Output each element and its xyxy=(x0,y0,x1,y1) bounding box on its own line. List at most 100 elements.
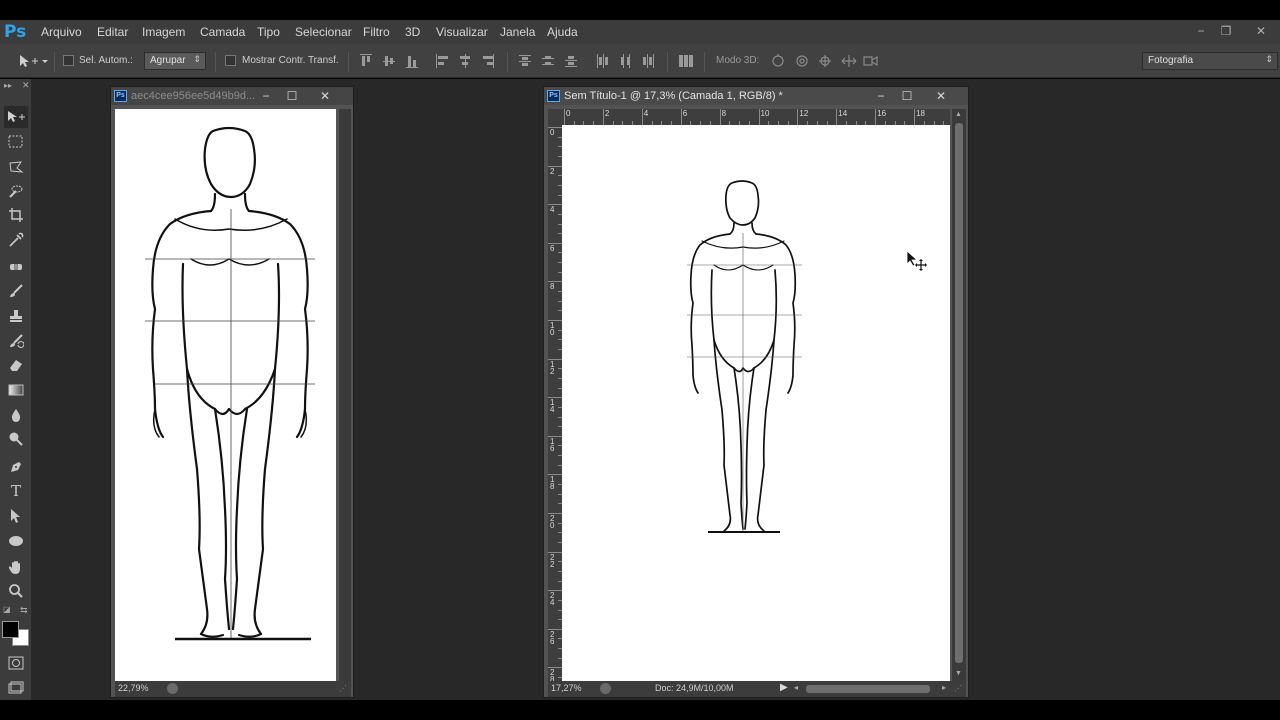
ellipse-tool-icon[interactable] xyxy=(4,530,28,552)
ruler-label: 4 xyxy=(550,205,555,215)
window-minimize-button[interactable]: − xyxy=(1190,22,1212,40)
menu-item-visualizar[interactable]: Visualizar xyxy=(436,25,488,39)
ruler-label: 2 xyxy=(550,166,555,176)
vertical-scrollbar-left[interactable] xyxy=(339,109,351,681)
move-cursor-icon xyxy=(906,250,927,271)
eraser-tool-icon[interactable] xyxy=(4,354,28,376)
doc-close-button[interactable]: ✕ xyxy=(930,87,952,105)
align-left-icon[interactable] xyxy=(436,54,448,68)
menu-item-tipo[interactable]: Tipo xyxy=(257,25,280,39)
move-tool-preset-picker[interactable] xyxy=(18,54,48,68)
quick-selection-tool-icon[interactable] xyxy=(4,180,28,202)
scrollbar-thumb[interactable] xyxy=(955,123,963,663)
type-tool-icon[interactable]: T xyxy=(4,480,28,502)
quick-mask-icon[interactable] xyxy=(4,652,28,674)
collapse-panel-icon[interactable]: ▸▸ xyxy=(4,81,12,90)
auto-select-checkbox[interactable] xyxy=(63,55,74,66)
zoom-level[interactable]: 22,79% xyxy=(118,683,149,693)
menu-item-janela[interactable]: Janela xyxy=(500,25,535,39)
doc-minimize-button[interactable]: − xyxy=(870,87,892,105)
menu-item-3d[interactable]: 3D xyxy=(405,25,420,39)
workspace-dropdown[interactable]: Fotografia ⇕ xyxy=(1142,52,1278,70)
ruler-label: 2 4 xyxy=(550,591,555,608)
hand-tool-icon[interactable] xyxy=(4,556,28,578)
menu-item-imagem[interactable]: Imagem xyxy=(142,25,185,39)
align-bottom-icon[interactable] xyxy=(406,54,418,68)
vertical-scrollbar-right[interactable]: ▲ ▼ xyxy=(952,109,966,681)
tools-panel: ▸▸ ✕ T ◪ ⇆ xyxy=(0,79,32,700)
lasso-tool-icon[interactable] xyxy=(4,156,28,178)
window-close-button[interactable]: ✕ xyxy=(1250,22,1272,40)
pen-tool-icon[interactable] xyxy=(4,456,28,478)
window-restore-button[interactable]: ❐ xyxy=(1215,22,1237,40)
auto-select-dropdown[interactable]: Agrupar ⇕ xyxy=(144,52,206,70)
distribute-vcenter-icon[interactable] xyxy=(542,54,554,68)
default-colors-icon[interactable]: ◪ xyxy=(3,605,11,614)
gradient-tool-icon[interactable] xyxy=(4,379,28,401)
zoom-tool-icon[interactable] xyxy=(4,580,28,602)
ruler-label: 1 4 xyxy=(550,398,555,415)
canvas-right[interactable] xyxy=(562,125,950,681)
distribute-left-icon[interactable] xyxy=(596,54,608,68)
zoom-level[interactable]: 17,27% xyxy=(551,683,582,693)
doc-close-button[interactable]: ✕ xyxy=(314,87,336,105)
doc-minimize-button[interactable]: − xyxy=(255,87,277,105)
menu-item-selecionar[interactable]: Selecionar xyxy=(295,25,352,39)
distribute-hcenter-icon[interactable] xyxy=(619,54,631,68)
scroll-right-icon[interactable]: ▸ xyxy=(942,683,946,692)
distribute-top-icon[interactable] xyxy=(519,54,531,68)
document-tab-right[interactable]: Ps Sem Título-1 @ 17,3% (Camada 1, RGB/8… xyxy=(544,87,968,105)
brush-tool-icon[interactable] xyxy=(4,280,28,302)
swap-colors-icon[interactable]: ⇆ xyxy=(20,605,28,616)
show-transform-label: Mostrar Contr. Transf. xyxy=(242,55,339,66)
options-separator xyxy=(54,52,55,72)
foreground-color-swatch[interactable] xyxy=(2,621,19,638)
doc-maximize-button[interactable]: ☐ xyxy=(281,87,303,105)
menu-item-editar[interactable]: Editar xyxy=(97,25,128,39)
healing-brush-tool-icon[interactable] xyxy=(4,256,28,278)
crop-tool-icon[interactable] xyxy=(4,204,28,226)
screen-mode-icon[interactable] xyxy=(4,677,28,699)
blur-tool-icon[interactable] xyxy=(4,404,28,426)
align-hcenter-icon[interactable] xyxy=(459,54,471,68)
menu-item-filtro[interactable]: Filtro xyxy=(363,25,390,39)
3d-scale-icon xyxy=(863,55,878,67)
marquee-tool-icon[interactable] xyxy=(4,131,28,153)
horizontal-scrollbar-thumb[interactable] xyxy=(806,685,930,693)
resize-grip-icon[interactable]: ⋰ xyxy=(954,684,962,693)
status-menu-arrow-icon[interactable]: ▶ xyxy=(780,682,788,693)
align-vcenter-icon[interactable] xyxy=(383,54,395,68)
history-brush-tool-icon[interactable] xyxy=(4,330,28,352)
align-right-icon[interactable] xyxy=(482,54,494,68)
show-transform-checkbox[interactable] xyxy=(225,55,236,66)
distribute-right-icon[interactable] xyxy=(642,54,654,68)
resize-grip-icon[interactable]: ⋰ xyxy=(339,684,347,693)
3d-slide-icon xyxy=(841,55,857,67)
scroll-down-icon[interactable]: ▼ xyxy=(955,670,962,677)
move-tool-icon[interactable] xyxy=(4,106,28,128)
menu-item-camada[interactable]: Camada xyxy=(200,25,245,39)
status-info-icon[interactable] xyxy=(600,683,611,694)
canvas-left[interactable] xyxy=(115,109,336,681)
eyedropper-tool-icon[interactable] xyxy=(4,229,28,251)
ruler-tick xyxy=(797,109,799,125)
menu-item-ajuda[interactable]: Ajuda xyxy=(547,25,578,39)
3d-mode-icons xyxy=(772,54,878,67)
menu-item-arquivo[interactable]: Arquivo xyxy=(41,25,82,39)
doc-maximize-button[interactable]: ☐ xyxy=(896,87,918,105)
align-top-icon[interactable] xyxy=(360,54,372,68)
scroll-up-icon[interactable]: ▲ xyxy=(955,111,962,118)
scroll-left-icon[interactable]: ◂ xyxy=(794,683,798,692)
path-selection-tool-icon[interactable] xyxy=(4,505,28,527)
dodge-tool-icon[interactable] xyxy=(4,428,28,450)
options-separator xyxy=(667,52,668,72)
ruler-origin[interactable] xyxy=(548,109,562,125)
clone-stamp-tool-icon[interactable] xyxy=(4,305,28,327)
distribute-bottom-icon[interactable] xyxy=(565,54,577,68)
document-tab-left[interactable]: Ps aec4cee956ee5d49b9d... − ☐ ✕ xyxy=(111,87,353,105)
auto-align-layers-icon[interactable] xyxy=(679,54,693,68)
close-panel-icon[interactable]: ✕ xyxy=(22,80,30,91)
vertical-ruler[interactable]: 0 2 4 6 8 1 0 1 2 1 4 1 6 1 8 2 0 2 2 2 4 2 6 2 8 xyxy=(548,125,562,681)
status-info-icon[interactable] xyxy=(167,683,178,694)
horizontal-ruler[interactable]: 0 2 4 6 8 10 12 14 16 18 xyxy=(562,109,950,125)
